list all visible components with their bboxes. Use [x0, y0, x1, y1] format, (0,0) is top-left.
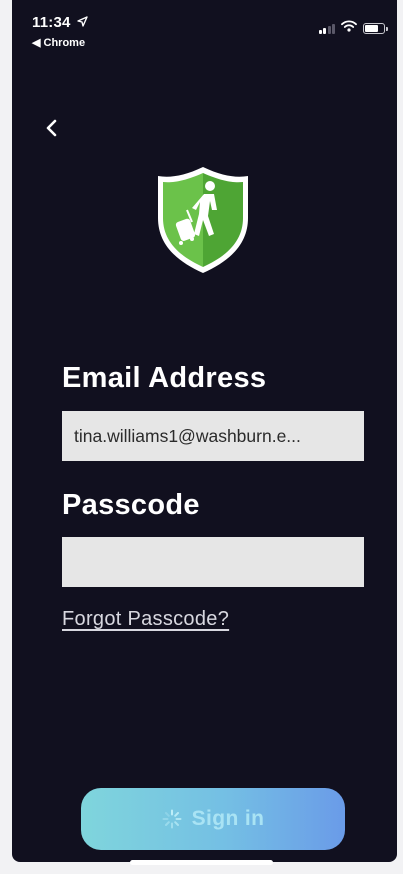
- app-logo: [154, 164, 252, 276]
- forgot-passcode-link[interactable]: Forgot Passcode?: [62, 608, 229, 631]
- passcode-field[interactable]: [62, 537, 364, 587]
- chevron-left-icon: [46, 119, 57, 137]
- wifi-icon: [341, 19, 357, 37]
- passcode-label: Passcode: [62, 489, 200, 521]
- status-time: 11:34: [32, 14, 88, 31]
- cellular-signal-icon: [318, 23, 335, 34]
- loading-spinner-icon: [162, 809, 182, 829]
- app-screen: 11:34 ◀ Chrome Email Address tina.willia…: [12, 0, 397, 862]
- home-indicator[interactable]: [130, 860, 273, 865]
- sign-in-button[interactable]: Sign in: [81, 788, 345, 850]
- status-bar: 11:34 ◀ Chrome: [12, 0, 397, 52]
- battery-icon: [363, 22, 388, 34]
- location-arrow-icon: [77, 14, 88, 31]
- email-field[interactable]: tina.williams1@washburn.e...: [62, 411, 364, 461]
- email-label: Email Address: [62, 362, 267, 394]
- status-icons: [318, 19, 388, 37]
- battery-level-fill: [365, 24, 378, 32]
- back-button[interactable]: [38, 114, 66, 142]
- back-to-app-link[interactable]: ◀ Chrome: [32, 36, 85, 49]
- sign-in-label: Sign in: [191, 807, 265, 830]
- shield-traveler-icon: [158, 167, 248, 273]
